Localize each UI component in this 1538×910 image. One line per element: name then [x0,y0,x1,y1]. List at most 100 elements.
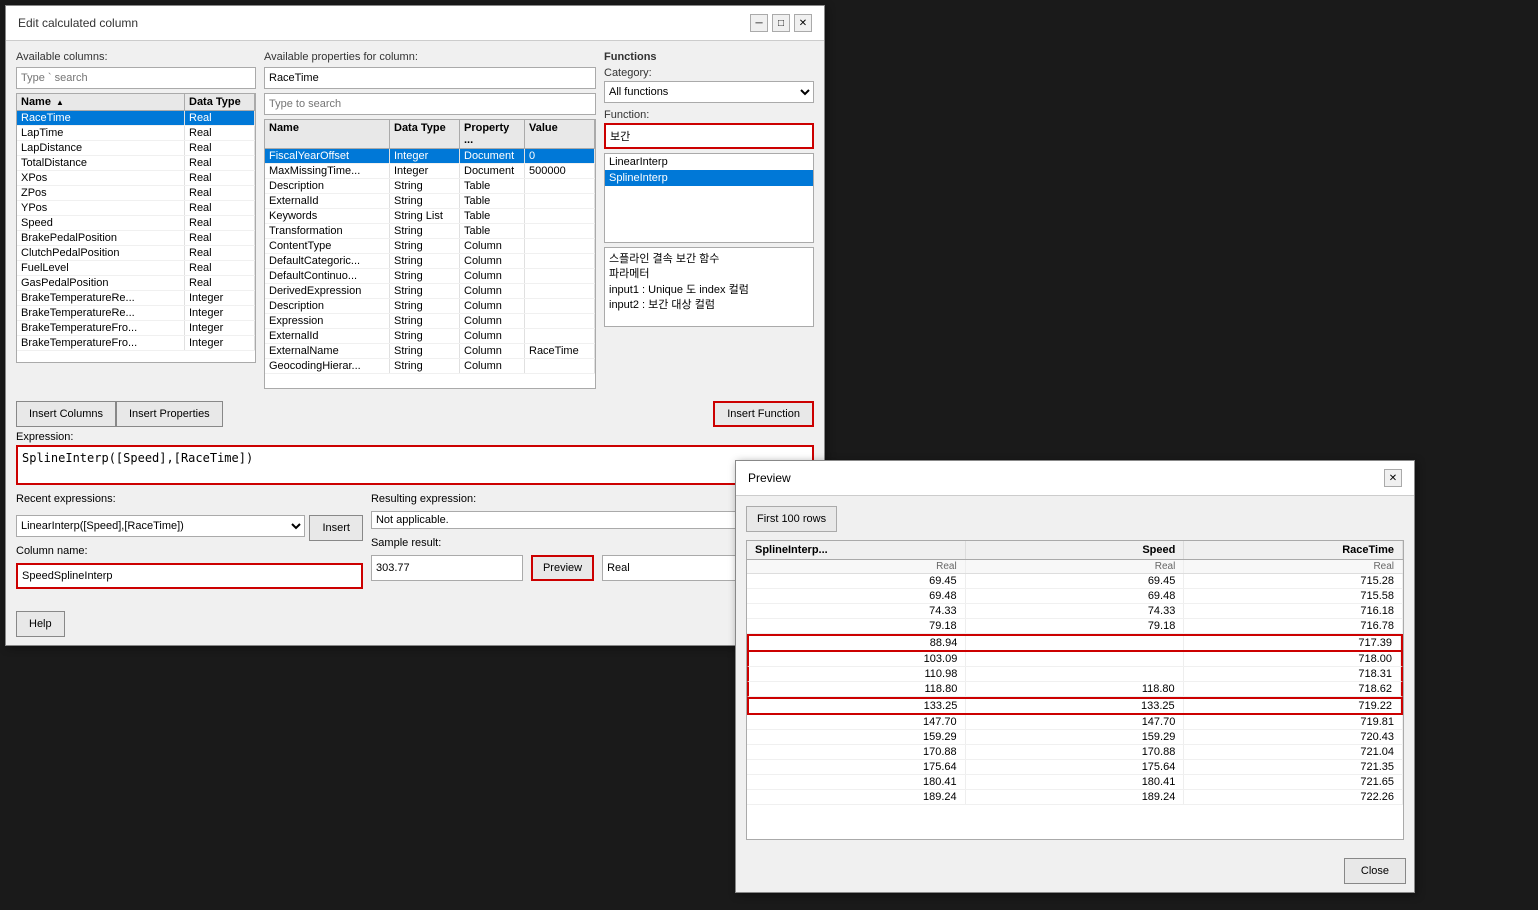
insert-properties-button[interactable]: Insert Properties [116,401,223,427]
table-row[interactable]: RaceTime Real [17,111,255,126]
table-row[interactable]: FiscalYearOffset Integer Document 0 [265,149,595,164]
properties-column-input[interactable] [264,67,596,89]
properties-table: Name Data Type Property ... Value Fiscal… [264,119,596,389]
table-row[interactable]: ClutchPedalPosition Real [17,246,255,261]
preview-scroll[interactable]: 69.45 69.45 715.28 69.48 69.48 715.58 74… [747,574,1403,839]
table-row[interactable]: 74.33 74.33 716.18 [747,604,1403,619]
functions-list[interactable]: LinearInterp SplineInterp [604,153,814,243]
close-preview-icon[interactable]: ✕ [1384,469,1402,487]
prop-property-header: Property ... [460,120,525,148]
functions-title: Functions [604,51,814,63]
expression-input[interactable]: SplineInterp([Speed],[RaceTime]) [16,445,814,485]
table-row[interactable]: ZPos Real [17,186,255,201]
table-row[interactable]: 103.09 718.00 [747,652,1403,667]
insert-function-button[interactable]: Insert Function [713,401,814,427]
func-item-linear[interactable]: LinearInterp [605,154,813,170]
function-label: Function: [604,109,814,121]
table-row[interactable]: GeocodingHierar... String Column [265,359,595,374]
insert-columns-button[interactable]: Insert Columns [16,401,116,427]
recent-insert-button[interactable]: Insert [309,515,363,541]
row-type: Real [185,111,255,125]
top-panels: Available columns: Name ▲ Data Type Race… [16,51,814,389]
help-button[interactable]: Help [16,611,65,637]
preview-footer: Close [736,850,1414,892]
maximize-button[interactable]: □ [772,14,790,32]
table-row[interactable]: BrakePedalPosition Real [17,231,255,246]
expression-text: SplineInterp([Speed],[RaceTime]) [22,451,253,465]
table-row[interactable]: DefaultContinuo... String Column [265,269,595,284]
table-row[interactable]: 147.70 147.70 719.81 [747,715,1403,730]
table-row[interactable]: Description String Table [265,179,595,194]
sample-result-input[interactable] [371,555,523,581]
table-row[interactable]: ExternalId String Column [265,329,595,344]
table-row[interactable]: BrakeTemperatureFro... Integer [17,336,255,351]
table-row[interactable]: 180.41 180.41 721.65 [747,775,1403,790]
table-row[interactable]: GasPedalPosition Real [17,276,255,291]
recent-column: Recent expressions: LinearInterp([Speed]… [16,493,363,589]
expression-section: Expression: SplineInterp([Speed],[RaceTi… [16,431,814,485]
function-description: 스플라인 결속 보간 함수파라메터input1 : Unique 도 index… [604,247,814,327]
table-row[interactable]: 69.45 69.45 715.28 [747,574,1403,589]
table-row[interactable]: BrakeTemperatureRe... Integer [17,291,255,306]
table-row[interactable]: 133.25 133.25 719.22 [747,697,1403,715]
table-row[interactable]: FuelLevel Real [17,261,255,276]
prop-value-header: Value [525,120,595,148]
close-main-button[interactable]: ✕ [794,14,812,32]
column-name-input[interactable] [16,563,363,589]
properties-search-input[interactable] [264,93,596,115]
preview-header: SplineInterp... Speed RaceTime [747,541,1403,560]
type-input[interactable] [602,555,754,581]
preview-dialog: Preview ✕ First 100 rows SplineInterp...… [735,460,1415,893]
table-row[interactable]: Keywords String List Table [265,209,595,224]
sort-arrow: ▲ [56,98,64,107]
first-rows-button[interactable]: First 100 rows [746,506,837,532]
preview-titlebar: Preview ✕ [736,461,1414,496]
table-row[interactable]: YPos Real [17,201,255,216]
close-button[interactable]: Close [1344,858,1406,884]
table-row[interactable]: 110.98 718.31 [747,667,1403,682]
table-row[interactable]: BrakeTemperatureFro... Integer [17,321,255,336]
columns-scroll[interactable]: RaceTime Real LapTime Real LapDistance R… [17,111,255,362]
table-row[interactable]: MaxMissingTime... Integer Document 50000… [265,164,595,179]
func-item-spline[interactable]: SplineInterp [605,170,813,186]
columns-search-input[interactable] [16,67,256,89]
table-row[interactable]: TotalDistance Real [17,156,255,171]
table-row[interactable]: ExternalName String Column RaceTime [265,344,595,359]
table-row[interactable]: Expression String Column [265,314,595,329]
preview-table: SplineInterp... Speed RaceTime Real Real… [746,540,1404,840]
table-row[interactable]: 170.88 170.88 721.04 [747,745,1403,760]
preview-col1-header: SplineInterp... [747,541,966,559]
table-row[interactable]: DerivedExpression String Column [265,284,595,299]
table-row[interactable]: DefaultCategoric... String Column [265,254,595,269]
table-row[interactable]: XPos Real [17,171,255,186]
table-row[interactable]: 175.64 175.64 721.35 [747,760,1403,775]
preview-button[interactable]: Preview [531,555,594,581]
table-row[interactable]: 69.48 69.48 715.58 [747,589,1403,604]
table-row[interactable]: Speed Real [17,216,255,231]
table-row[interactable]: LapTime Real [17,126,255,141]
recent-expressions-select[interactable]: LinearInterp([Speed],[RaceTime]) [16,515,305,537]
preview-col2-type: Real [966,560,1185,573]
table-row[interactable]: ExternalId String Table [265,194,595,209]
table-row[interactable]: 159.29 159.29 720.43 [747,730,1403,745]
recent-row: LinearInterp([Speed],[RaceTime]) Insert [16,511,363,541]
table-row[interactable]: 88.94 717.39 [747,634,1403,652]
columns-header: Name ▲ Data Type [17,94,255,111]
properties-scroll[interactable]: FiscalYearOffset Integer Document 0 MaxM… [265,149,595,388]
table-row[interactable]: LapDistance Real [17,141,255,156]
table-row[interactable]: Description String Column [265,299,595,314]
table-row[interactable]: BrakeTemperatureRe... Integer [17,306,255,321]
minimize-button[interactable]: ─ [750,14,768,32]
properties-label: Available properties for column: [264,51,596,63]
table-row[interactable]: Transformation String Table [265,224,595,239]
table-row[interactable]: 118.80 118.80 718.62 [747,682,1403,697]
table-row[interactable]: 79.18 79.18 716.78 [747,619,1403,634]
category-select[interactable]: All functions [604,81,814,103]
preview-col2-header: Speed [966,541,1185,559]
properties-header: Name Data Type Property ... Value [265,120,595,149]
function-search-input[interactable] [606,125,812,147]
table-row[interactable]: 189.24 189.24 722.26 [747,790,1403,805]
columns-label: Available columns: [16,51,256,63]
function-search-box [604,123,814,149]
table-row[interactable]: ContentType String Column [265,239,595,254]
